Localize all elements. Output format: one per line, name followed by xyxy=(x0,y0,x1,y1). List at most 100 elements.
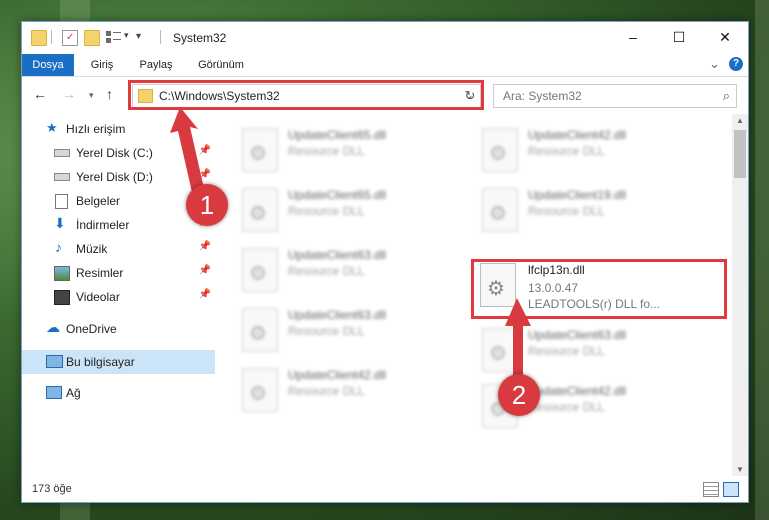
file-name: UpdateClient42.dll xyxy=(288,368,387,382)
scroll-up-icon[interactable]: ▲ xyxy=(736,116,744,125)
scrollbar-thumb[interactable] xyxy=(734,130,746,178)
file-name: UpdateClient63.dll xyxy=(288,248,387,262)
file-name: UpdateClient42.dll xyxy=(528,128,627,142)
up-arrow-icon[interactable]: ↑ xyxy=(106,86,113,102)
dll-file-icon: ⚙ xyxy=(242,248,278,292)
close-button[interactable]: ✕ xyxy=(702,22,748,52)
document-icon xyxy=(55,194,68,209)
background-trees-right xyxy=(755,0,769,520)
search-icon: ⌕ xyxy=(722,88,730,103)
window-title: System32 xyxy=(173,31,227,45)
view-options-dropdown-icon[interactable]: ▾ xyxy=(124,30,129,41)
file-item[interactable]: ⚙ UpdateClient42.dll Resource DLL xyxy=(476,122,706,174)
item-count: 173 öğe xyxy=(32,483,72,495)
explorer-window: ✓ ▾ ▾ System32 – ☐ ✕ Dosya Giriş Paylaş … xyxy=(21,21,749,503)
folder-icon xyxy=(31,30,47,46)
nav-item-this-pc[interactable]: Bu bilgisayar xyxy=(22,350,215,374)
file-name: UpdateClient65.dll xyxy=(288,128,387,142)
recent-locations-icon[interactable]: ▾ xyxy=(89,90,94,101)
nav-item-videos[interactable]: Videolar 📌 xyxy=(22,286,215,308)
download-icon: ⬇ xyxy=(54,215,66,231)
nav-label: OneDrive xyxy=(66,322,117,336)
back-arrow-icon[interactable]: ← xyxy=(33,86,47,102)
file-item[interactable]: ⚙ UpdateClient63.dll Resource DLL xyxy=(236,242,466,294)
tab-dosya[interactable]: Dosya xyxy=(22,54,74,76)
file-item[interactable]: ⚙ UpdateClient42.dll Resource DLL xyxy=(236,362,466,414)
file-type: Resource DLL xyxy=(528,144,605,158)
view-options-icon[interactable] xyxy=(106,30,121,44)
file-type: Resource DLL xyxy=(288,204,365,218)
nav-label: Yerel Disk (C:) xyxy=(76,146,153,160)
computer-icon xyxy=(46,355,63,368)
minimize-button[interactable]: – xyxy=(610,22,656,52)
nav-item-network[interactable]: Ağ xyxy=(22,382,215,404)
file-type: Resource DLL xyxy=(528,400,605,414)
pin-icon: 📌 xyxy=(198,241,211,252)
search-box[interactable]: Ara: System32 ⌕ xyxy=(493,84,737,108)
maximize-button[interactable]: ☐ xyxy=(656,22,702,52)
file-name: UpdateClient19.dll xyxy=(528,188,627,202)
music-icon: ♪ xyxy=(55,239,62,255)
customize-quick-access-icon[interactable]: ▾ xyxy=(136,31,146,42)
tab-paylas[interactable]: Paylaş xyxy=(130,54,182,76)
nav-label: Bu bilgisayar xyxy=(66,355,135,369)
dll-file-icon: ⚙ xyxy=(242,128,278,172)
divider xyxy=(160,30,161,44)
tab-giris[interactable]: Giriş xyxy=(78,54,126,76)
dll-file-icon: ⚙ xyxy=(242,368,278,412)
help-icon[interactable]: ? xyxy=(729,57,743,71)
details-view-icon[interactable] xyxy=(703,482,719,497)
nav-item-music[interactable]: ♪ Müzik 📌 xyxy=(22,238,215,260)
vertical-scrollbar[interactable]: ▲ ▼ xyxy=(732,114,748,476)
nav-item-onedrive[interactable]: ☁ OneDrive xyxy=(22,318,215,340)
address-row: ← → ▾ ↑ C:\Windows\System32 ⌄ ↻ Ara: Sys… xyxy=(22,77,748,113)
properties-icon[interactable]: ✓ xyxy=(62,30,78,46)
file-type: Resource DLL xyxy=(528,204,605,218)
file-name: UpdateClient65.dll xyxy=(288,188,387,202)
new-folder-icon[interactable] xyxy=(84,30,100,46)
file-item[interactable]: ⚙ UpdateClient63.dll Resource DLL xyxy=(236,302,466,354)
divider xyxy=(51,30,52,44)
step-badge-1: 1 xyxy=(186,184,228,226)
status-bar: 173 öğe xyxy=(22,477,748,501)
file-type: Resource DLL xyxy=(288,264,365,278)
step-badge-2: 2 xyxy=(498,374,540,416)
cloud-icon: ☁ xyxy=(46,319,60,335)
file-item[interactable]: ⚙ UpdateClient65.dll Resource DLL xyxy=(236,182,466,234)
nav-item-downloads[interactable]: ⬇ İndirmeler 📌 xyxy=(22,214,215,236)
dll-file-icon: ⚙ xyxy=(242,188,278,232)
file-list: ⚙ UpdateClient65.dll Resource DLL ⚙ Upda… xyxy=(216,114,732,476)
file-type: Resource DLL xyxy=(288,384,365,398)
ribbon-tabs: Dosya Giriş Paylaş Görünüm ⌄ ? xyxy=(22,54,748,77)
dll-file-icon: ⚙ xyxy=(482,128,518,172)
file-name: UpdateClient42.dll xyxy=(528,384,627,398)
file-item[interactable]: ⚙ UpdateClient65.dll Resource DLL xyxy=(236,122,466,174)
nav-label: Yerel Disk (D:) xyxy=(76,170,153,184)
drive-icon xyxy=(54,149,70,157)
file-type: Resource DLL xyxy=(528,344,605,358)
file-type: Resource DLL xyxy=(288,324,365,338)
forward-arrow-icon[interactable]: → xyxy=(62,86,76,102)
file-item[interactable]: ⚙ UpdateClient19.dll Resource DLL xyxy=(476,182,706,234)
file-name: UpdateClient63.dll xyxy=(288,308,387,322)
search-input[interactable]: Ara: System32 xyxy=(503,89,582,103)
network-icon xyxy=(46,386,62,399)
drive-icon xyxy=(54,173,70,181)
scroll-down-icon[interactable]: ▼ xyxy=(736,465,744,474)
file-name: UpdateClient63.dll xyxy=(528,328,627,342)
nav-label: Ağ xyxy=(66,386,81,400)
title-bar: ✓ ▾ ▾ System32 – ☐ ✕ xyxy=(22,22,748,54)
tab-gorunum[interactable]: Görünüm xyxy=(188,54,254,76)
video-icon xyxy=(54,290,70,305)
large-icons-view-icon[interactable] xyxy=(723,482,739,497)
pictures-icon xyxy=(54,266,70,281)
ribbon-collapse-icon[interactable]: ⌄ xyxy=(709,56,720,72)
nav-item-pictures[interactable]: Resimler 📌 xyxy=(22,262,215,284)
dll-file-icon: ⚙ xyxy=(482,188,518,232)
pin-icon: 📌 xyxy=(198,289,211,300)
file-type: Resource DLL xyxy=(288,144,365,158)
dll-file-icon: ⚙ xyxy=(242,308,278,352)
nav-label: Videolar xyxy=(76,290,120,304)
nav-label: Resimler xyxy=(76,266,124,280)
arrow-to-file xyxy=(505,298,531,384)
